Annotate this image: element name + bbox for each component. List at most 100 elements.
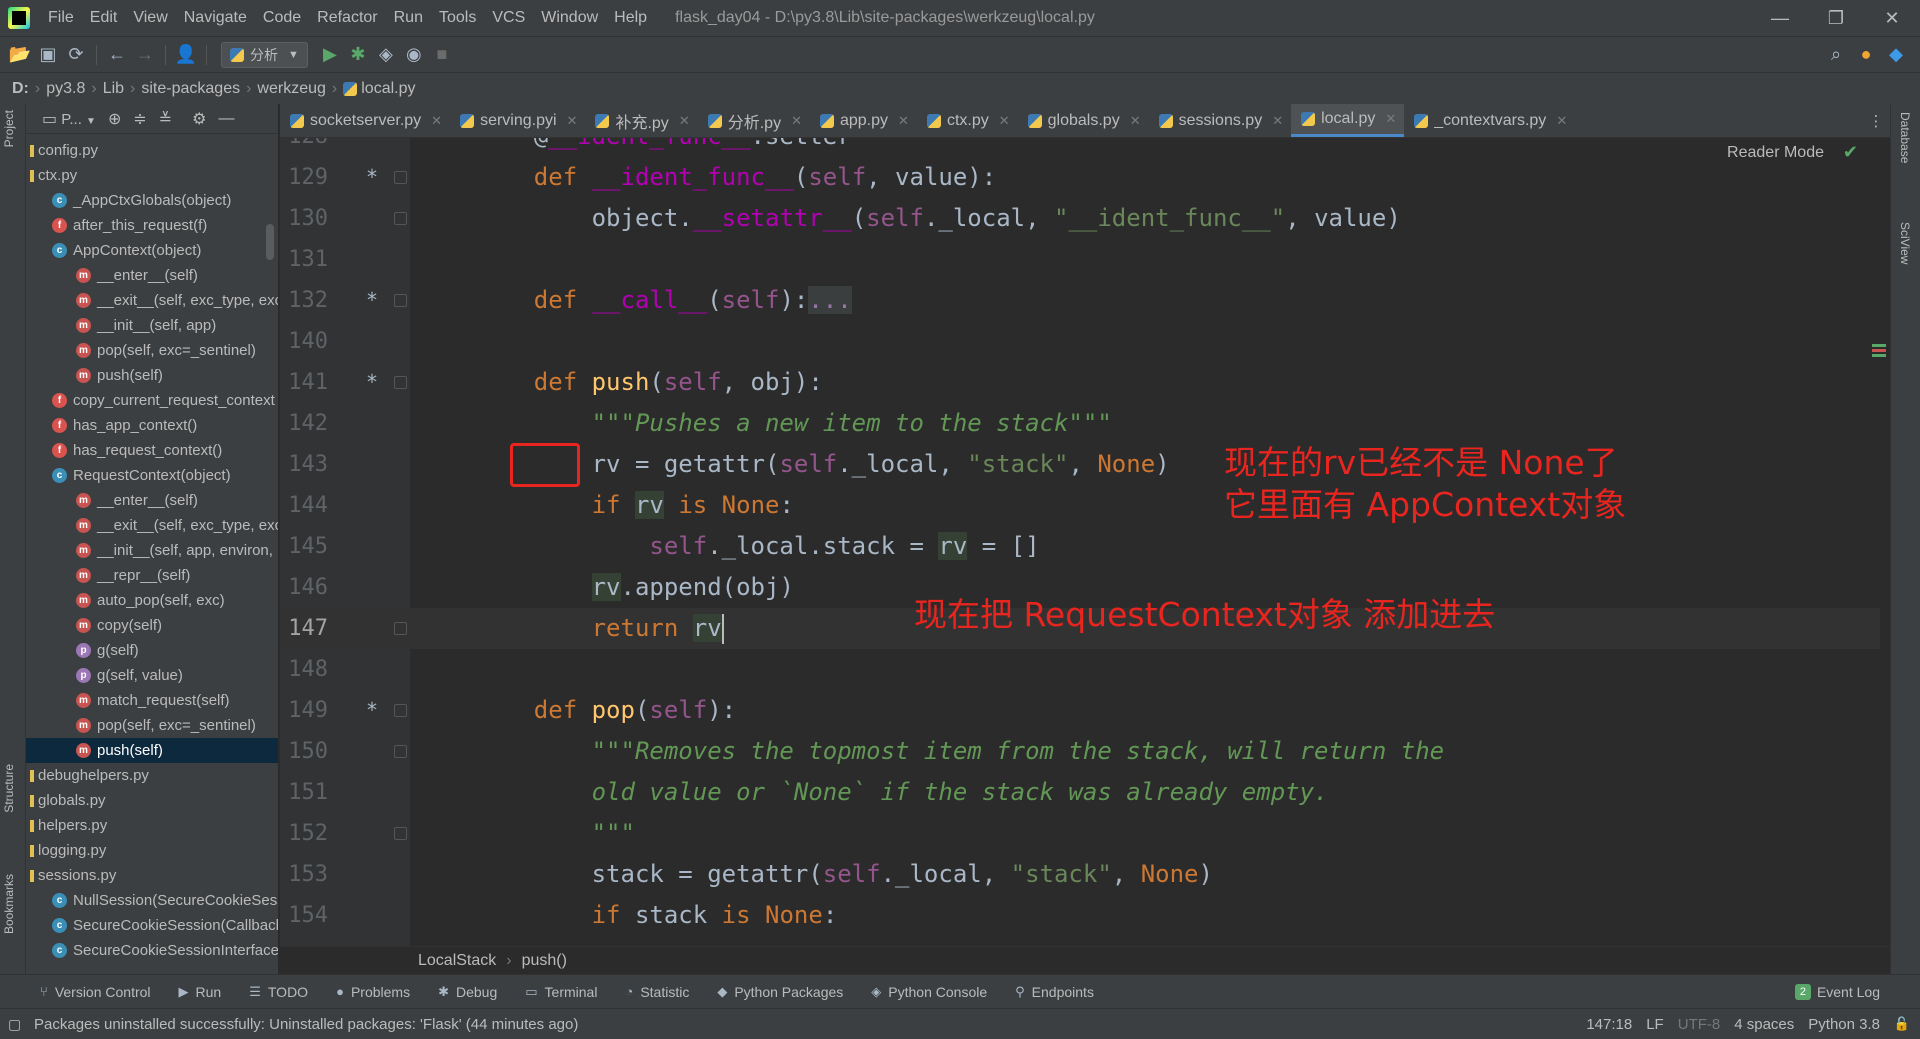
jetbrains-toolbox-icon[interactable]: ◆ — [1882, 41, 1910, 69]
breadcrumb-local-py[interactable]: local.py — [361, 80, 415, 98]
editor-tab[interactable]: local.py ✕ — [1291, 104, 1405, 137]
breadcrumb-werkzeug[interactable]: werkzeug — [257, 80, 325, 98]
fold-toggle-icon[interactable] — [394, 704, 407, 717]
fold-toggle-icon[interactable] — [394, 171, 407, 184]
code-line[interactable]: 129 * def __ident_func__(self, value): — [280, 157, 1880, 198]
menu-window[interactable]: Window — [533, 0, 606, 36]
inspection-ok-icon[interactable]: ✔ — [1843, 142, 1858, 163]
save-all-icon[interactable]: ▣ — [34, 41, 62, 69]
tree-file-item[interactable]: helpers.py — [26, 813, 278, 838]
status-toggle-icon[interactable]: ▢ — [8, 1016, 21, 1033]
database-tool-button[interactable]: Database — [1898, 112, 1912, 163]
breadcrumb-py38[interactable]: py3.8 — [46, 80, 85, 98]
restore-button[interactable]: ❐ — [1808, 0, 1864, 36]
close-icon[interactable]: ✕ — [431, 113, 442, 129]
fold-toggle-icon[interactable] — [394, 745, 407, 758]
tree-symbol-item[interactable]: c AppContext(object) — [26, 238, 278, 263]
code-line[interactable]: 128 @__ident_func__.setter — [280, 138, 1880, 157]
code-line[interactable]: 130 object.__setattr__(self._local, "__i… — [280, 198, 1880, 239]
menu-help[interactable]: Help — [606, 0, 655, 36]
close-icon[interactable]: ✕ — [679, 113, 690, 129]
coverage-shield-icon[interactable]: ◈ — [372, 41, 400, 69]
problems-tab[interactable]: ● Problems — [336, 984, 410, 1000]
tree-symbol-item[interactable]: m match_request(self) — [26, 688, 278, 713]
sciview-tool-button[interactable]: SciView — [1898, 222, 1912, 264]
menu-file[interactable]: File — [40, 0, 82, 36]
tree-symbol-item[interactable]: m __enter__(self) — [26, 488, 278, 513]
editor-tab[interactable]: globals.py ✕ — [1018, 104, 1149, 137]
tree-symbol-item[interactable]: c SecureCookieSessionInterface — [26, 938, 278, 963]
menu-view[interactable]: View — [125, 0, 175, 36]
code-line[interactable]: 148 — [280, 649, 1880, 690]
status-message[interactable]: Packages uninstalled successfully: Unins… — [34, 1016, 578, 1033]
profile-icon[interactable]: ◉ — [400, 41, 428, 69]
breadcrumb-lib[interactable]: Lib — [103, 80, 124, 98]
structure-tool-button[interactable]: Structure — [2, 764, 16, 813]
collapse-all-icon[interactable]: ≚ — [159, 109, 172, 129]
tree-symbol-item[interactable]: m __enter__(self) — [26, 263, 278, 288]
tree-scrollbar[interactable] — [266, 224, 274, 260]
editor-tab[interactable]: 分析.py ✕ — [698, 104, 810, 137]
terminal-tab[interactable]: ▭ Terminal — [525, 984, 597, 1000]
python-interpreter[interactable]: Python 3.8 — [1808, 1016, 1880, 1033]
tree-symbol-item[interactable]: m pop(self, exc=_sentinel) — [26, 338, 278, 363]
close-icon[interactable]: ✕ — [898, 113, 909, 129]
hide-panel-icon[interactable]: — — [219, 110, 235, 128]
close-icon[interactable]: ✕ — [1130, 113, 1141, 129]
tree-symbol-item[interactable]: c SecureCookieSession(Callback — [26, 913, 278, 938]
endpoints-tab[interactable]: ⚲ Endpoints — [1015, 984, 1094, 1000]
tree-symbol-item[interactable]: m __init__(self, app) — [26, 313, 278, 338]
tree-file-item[interactable]: globals.py — [26, 788, 278, 813]
bookmarks-tool-button[interactable]: Bookmarks — [2, 874, 16, 934]
file-encoding[interactable]: UTF-8 — [1678, 1016, 1721, 1033]
menu-code[interactable]: Code — [255, 0, 309, 36]
debug-tab[interactable]: ✱ Debug — [438, 984, 497, 1000]
code-line[interactable]: 152 """ — [280, 813, 1880, 854]
fold-toggle-icon[interactable] — [394, 827, 407, 840]
menu-tools[interactable]: Tools — [431, 0, 484, 36]
sync-icon[interactable]: ⟳ — [62, 41, 90, 69]
close-icon[interactable]: ✕ — [567, 113, 578, 129]
caret-position[interactable]: 147:18 — [1586, 1016, 1632, 1033]
tree-symbol-item[interactable]: p g(self) — [26, 638, 278, 663]
breadcrumb-site-packages[interactable]: site-packages — [141, 80, 240, 98]
code-line[interactable]: 154 if stack is None: — [280, 895, 1880, 936]
stop-icon[interactable]: ■ — [428, 41, 456, 69]
run-icon[interactable]: ▶ — [316, 41, 344, 69]
editor-tab[interactable]: 补充.py ✕ — [585, 104, 697, 137]
tree-symbol-item[interactable]: c NullSession(SecureCookieSess — [26, 888, 278, 913]
locate-file-icon[interactable]: ⊕ — [108, 109, 121, 129]
search-icon[interactable]: ⌕ — [1822, 41, 1850, 69]
tree-file-item[interactable]: logging.py — [26, 838, 278, 863]
menu-vcs[interactable]: VCS — [484, 0, 533, 36]
tree-symbol-item[interactable]: c _AppCtxGlobals(object) — [26, 188, 278, 213]
menu-run[interactable]: Run — [386, 0, 431, 36]
code-line[interactable]: 132 * def __call__(self):... — [280, 280, 1880, 321]
close-button[interactable]: ✕ — [1864, 0, 1920, 36]
todo-tab[interactable]: ☰ TODO — [249, 984, 308, 1000]
override-marker-icon[interactable]: * — [366, 362, 378, 403]
breadcrumb-drive[interactable]: D: — [12, 80, 29, 98]
tree-file-item[interactable]: config.py — [26, 138, 278, 163]
statistic-tab[interactable]: ◔ Statistic — [625, 984, 689, 1000]
close-icon[interactable]: ✕ — [999, 113, 1010, 129]
error-stripe-marker[interactable] — [1872, 344, 1886, 360]
tree-symbol-item[interactable]: m __exit__(self, exc_type, exc_ — [26, 513, 278, 538]
editor-tab[interactable]: socketserver.py ✕ — [280, 104, 450, 137]
line-separator[interactable]: LF — [1646, 1016, 1664, 1033]
project-view-selector[interactable]: ▭ P... ▼ — [42, 109, 96, 129]
code-line[interactable]: 151 old value or `None` if the stack was… — [280, 772, 1880, 813]
menu-edit[interactable]: Edit — [82, 0, 126, 36]
editor-tab[interactable]: sessions.py ✕ — [1149, 104, 1292, 137]
tree-symbol-item[interactable]: m pop(self, exc=_sentinel) — [26, 713, 278, 738]
open-folder-icon[interactable]: 📂 — [6, 41, 34, 69]
lock-icon[interactable]: 🔓 — [1894, 1016, 1910, 1032]
tree-file-item[interactable]: sessions.py — [26, 863, 278, 888]
python-packages-tab[interactable]: ◆ Python Packages — [717, 984, 843, 1000]
editor-tab[interactable]: ctx.py ✕ — [917, 104, 1018, 137]
override-marker-icon[interactable]: * — [366, 280, 378, 321]
close-icon[interactable]: ✕ — [1385, 111, 1396, 127]
tree-symbol-item[interactable]: c RequestContext(object) — [26, 463, 278, 488]
tree-symbol-item[interactable]: p g(self, value) — [26, 663, 278, 688]
breadcrumb-class[interactable]: LocalStack — [418, 952, 496, 970]
